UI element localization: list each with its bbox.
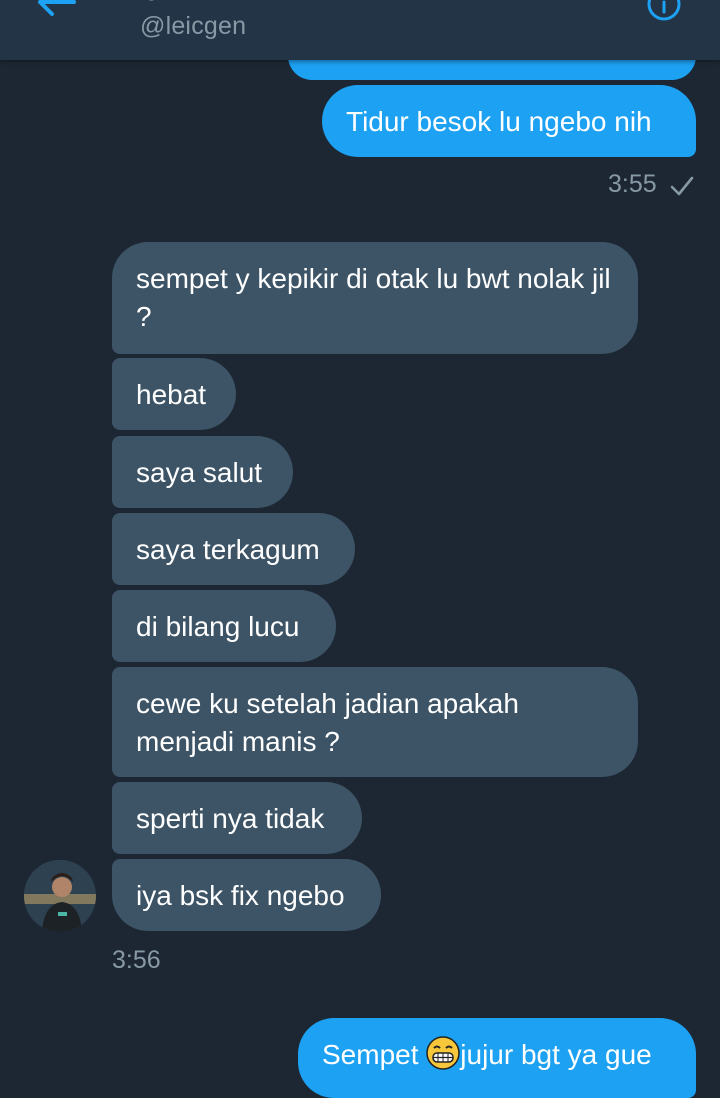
timestamp-text: 3:56: [112, 946, 161, 974]
message-text: saya terkagum: [136, 534, 320, 565]
message-text-start: Sempet: [322, 1039, 427, 1070]
message-incoming[interactable]: sperti nya tidak: [112, 782, 362, 854]
message-text: sempet y kepikir di otak lu bwt nolak ji…: [136, 263, 611, 332]
message-timestamp: 3:56: [112, 946, 161, 975]
message-text: di bilang lucu: [136, 611, 300, 642]
info-icon[interactable]: [646, 0, 682, 22]
message-incoming[interactable]: di bilang lucu: [112, 590, 336, 662]
message-outgoing[interactable]: Sempet jujur bgt ya gue: [298, 1018, 696, 1098]
grinning-face-emoji: [426, 1036, 461, 1070]
message-text: Tidur besok lu ngebo nih: [346, 106, 652, 137]
conversation-title[interactable]: C V E: [140, 0, 258, 8]
message-text-end: jujur bgt ya gue: [460, 1039, 652, 1070]
arrow-left-icon[interactable]: [30, 0, 80, 28]
checkmark-icon: [670, 176, 694, 196]
avatar-image: [24, 860, 96, 932]
message-text: sperti nya tidak: [136, 803, 325, 834]
message-text: saya salut: [136, 457, 263, 488]
message-incoming[interactable]: saya salut: [112, 436, 293, 508]
avatar[interactable]: [24, 860, 96, 932]
message-outgoing[interactable]: Tidur besok lu ngebo nih: [322, 85, 696, 157]
conversation: Tidur besok lu ngebo nih 3:55 sempet y k…: [0, 0, 720, 1098]
message-incoming[interactable]: sempet y kepikir di otak lu bwt nolak ji…: [112, 242, 638, 354]
timestamp-text: 3:55: [608, 170, 657, 198]
message-text: hebat: [136, 379, 207, 410]
message-incoming[interactable]: saya terkagum: [112, 513, 355, 585]
message-timestamp: 3:55: [608, 170, 657, 199]
conversation-header: C V E @leicgen: [0, 0, 720, 60]
user-handle[interactable]: @leicgen: [140, 12, 246, 41]
message-incoming[interactable]: hebat: [112, 358, 236, 430]
message-text: iya bsk fix ngebo: [136, 880, 345, 911]
message-text: cewe ku setelah jadian apakah menjadi ma…: [136, 688, 519, 757]
message-incoming[interactable]: cewe ku setelah jadian apakah menjadi ma…: [112, 667, 638, 777]
message-incoming[interactable]: iya bsk fix ngebo: [112, 859, 381, 931]
